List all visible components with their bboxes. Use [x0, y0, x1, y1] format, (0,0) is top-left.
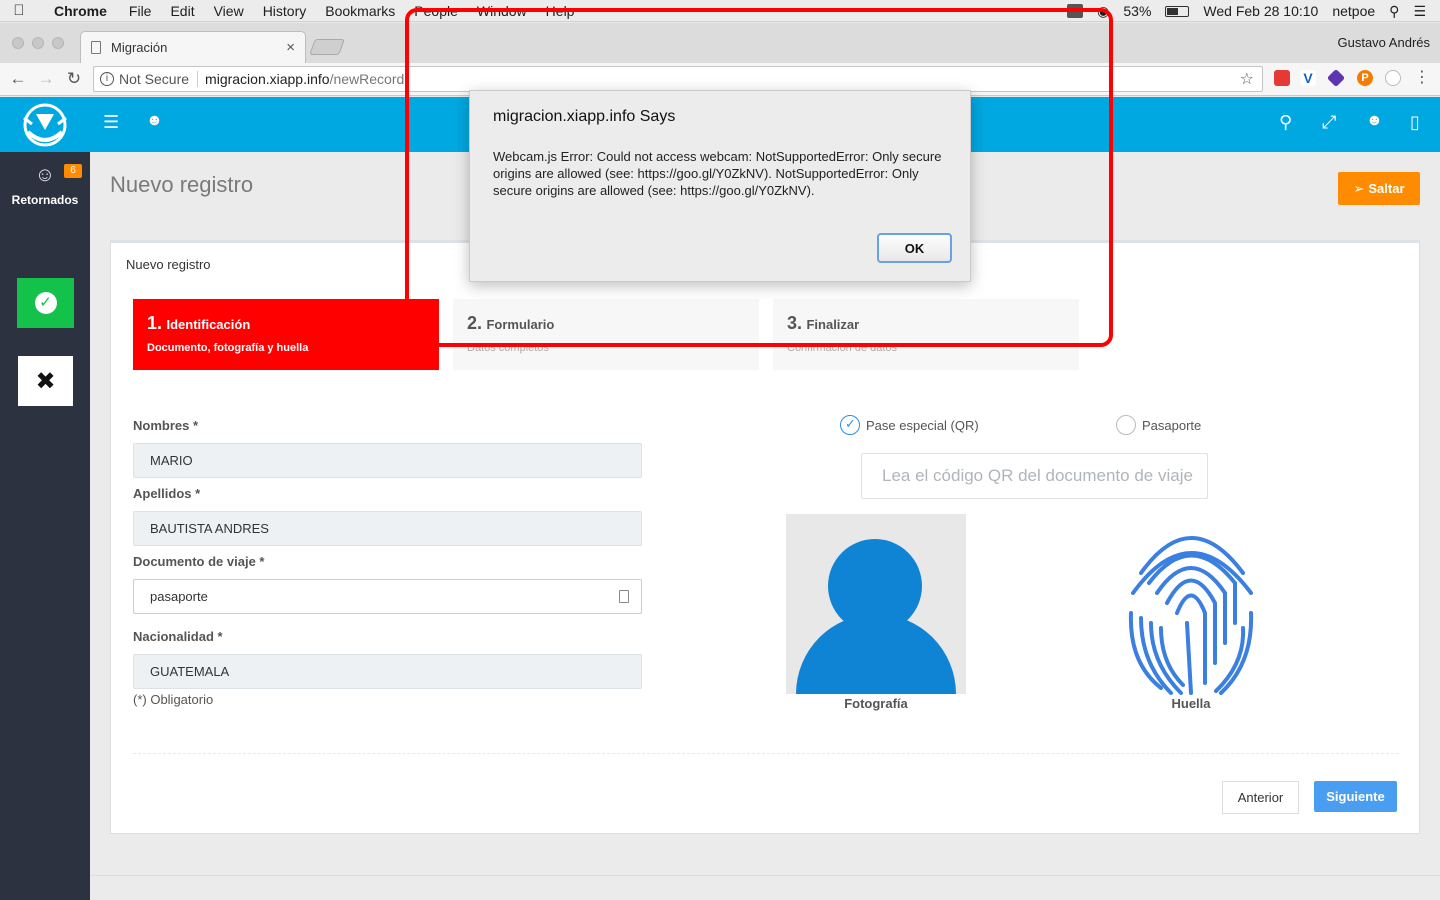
step-label: Identificación: [166, 317, 251, 332]
profile-icon[interactable]: ☻: [1366, 112, 1383, 130]
check-circle-icon: ✓: [34, 292, 57, 314]
radio-qr-label: Pase especial (QR): [866, 417, 979, 433]
step-subtitle: Documento, fotografía y huella: [147, 342, 309, 354]
page-icon: [91, 41, 101, 54]
forward-arrow-icon[interactable]: →: [32, 69, 60, 89]
siguiente-button[interactable]: Siguiente: [1314, 781, 1397, 812]
spotlight-icon[interactable]: ⚲: [1389, 3, 1399, 20]
skip-icon: ➢: [1353, 180, 1365, 196]
saltar-label: Saltar: [1368, 181, 1405, 196]
qr-input[interactable]: Lea el código QR del documento de viaje: [861, 453, 1208, 499]
notification-center-icon[interactable]: ☰: [1413, 3, 1426, 20]
photo-caption: Fotografía: [844, 696, 908, 711]
extension-lastpass-icon[interactable]: [1274, 70, 1290, 86]
reload-icon[interactable]: ↻: [60, 69, 88, 89]
menu-view[interactable]: View: [214, 3, 244, 19]
avatar-body-icon: [796, 614, 956, 694]
required-note: (*) Obligatorio: [133, 692, 214, 707]
step-identificacion[interactable]: 1. Identificación Documento, fotografía …: [133, 299, 439, 370]
fingerprint-icon[interactable]: [1121, 513, 1261, 698]
nombres-label: Nombres *: [133, 418, 199, 433]
radio-unchecked-icon[interactable]: [1116, 415, 1136, 435]
extension-v-icon[interactable]: V: [1300, 70, 1316, 86]
apple-icon[interactable]: : [0, 2, 38, 19]
menu-edit[interactable]: Edit: [170, 3, 194, 19]
sidebar: ☺ Retornados 6 ✓ ✖: [0, 152, 90, 900]
new-tab-button[interactable]: [309, 39, 345, 55]
chrome-menu-icon[interactable]: ⋮: [1414, 70, 1430, 86]
zoom-window-button[interactable]: [52, 37, 64, 49]
sidebar-item-label: Retornados: [11, 193, 79, 207]
profile-name[interactable]: Gustavo Andrés: [1338, 35, 1431, 50]
battery-icon[interactable]: [1165, 5, 1190, 17]
url-path: /newRecord: [329, 71, 405, 87]
close-window-button[interactable]: [12, 37, 24, 49]
reject-button[interactable]: ✖: [18, 356, 73, 406]
documento-field[interactable]: pasaporte: [133, 579, 642, 614]
battery-percent: 53%: [1123, 3, 1152, 19]
url-host: migracion.xiapp.info: [205, 71, 330, 87]
security-label[interactable]: Not Secure: [119, 71, 199, 87]
info-icon[interactable]: i: [100, 72, 114, 86]
extension-diamond-icon[interactable]: [1326, 68, 1346, 88]
document-icon[interactable]: [619, 590, 629, 603]
saltar-button[interactable]: ➢ Saltar: [1338, 172, 1420, 205]
search-icon[interactable]: ⚲: [1279, 112, 1292, 133]
apellidos-field[interactable]: BAUTISTA ANDRES: [133, 511, 642, 546]
menubar-user[interactable]: netpoe: [1332, 3, 1375, 19]
card-title: Nuevo registro: [126, 257, 211, 272]
footer-line: [90, 875, 1440, 876]
radio-checked-icon[interactable]: [840, 415, 860, 435]
back-arrow-icon[interactable]: ←: [4, 69, 32, 89]
user-icon[interactable]: ☻: [146, 112, 163, 130]
nacionalidad-label: Nacionalidad *: [133, 629, 223, 644]
browser-tab[interactable]: Migración ×: [80, 31, 306, 63]
extension-p-icon[interactable]: P: [1357, 70, 1373, 86]
page-title: Nuevo registro: [110, 172, 254, 197]
apellidos-label: Apellidos *: [133, 486, 201, 501]
panel-toggle-icon[interactable]: ▯: [1410, 112, 1420, 133]
fingerprint-caption: Huella: [1171, 696, 1211, 711]
menu-bookmarks[interactable]: Bookmarks: [325, 3, 395, 19]
menu-file[interactable]: File: [129, 3, 152, 19]
close-tab-icon[interactable]: ×: [286, 39, 295, 56]
nacionalidad-field[interactable]: GUATEMALA: [133, 654, 642, 689]
minimize-window-button[interactable]: [32, 37, 44, 49]
window-controls: [12, 37, 64, 49]
tab-title: Migración: [111, 40, 168, 55]
photo-placeholder[interactable]: [786, 514, 966, 694]
divider: [133, 753, 1399, 754]
radio-pasaporte[interactable]: Pasaporte: [1116, 415, 1201, 435]
documento-label: Documento de viaje *: [133, 554, 265, 569]
coat-of-arms-logo-icon[interactable]: [18, 102, 72, 148]
menu-history[interactable]: History: [263, 3, 307, 19]
anterior-button[interactable]: Anterior: [1222, 781, 1299, 814]
bookmark-star-icon[interactable]: ☆: [1240, 69, 1254, 89]
clock[interactable]: Wed Feb 28 10:10: [1203, 3, 1318, 19]
nombres-field[interactable]: MARIO: [133, 443, 642, 478]
count-badge: 6: [64, 164, 82, 178]
step-number: 1.: [147, 313, 163, 333]
radio-qr[interactable]: Pase especial (QR): [840, 415, 979, 435]
menu-app-name[interactable]: Chrome: [54, 3, 107, 19]
accept-button[interactable]: ✓: [17, 278, 74, 328]
highlight-annotation: [405, 8, 1113, 347]
documento-value: pasaporte: [150, 589, 208, 604]
fullscreen-icon[interactable]: ⤢: [1322, 112, 1336, 133]
hamburger-menu-icon[interactable]: ☰: [103, 112, 119, 133]
radio-pasaporte-label: Pasaporte: [1142, 417, 1202, 433]
extension-circle-icon[interactable]: [1385, 70, 1401, 86]
close-icon: ✖: [35, 367, 56, 395]
